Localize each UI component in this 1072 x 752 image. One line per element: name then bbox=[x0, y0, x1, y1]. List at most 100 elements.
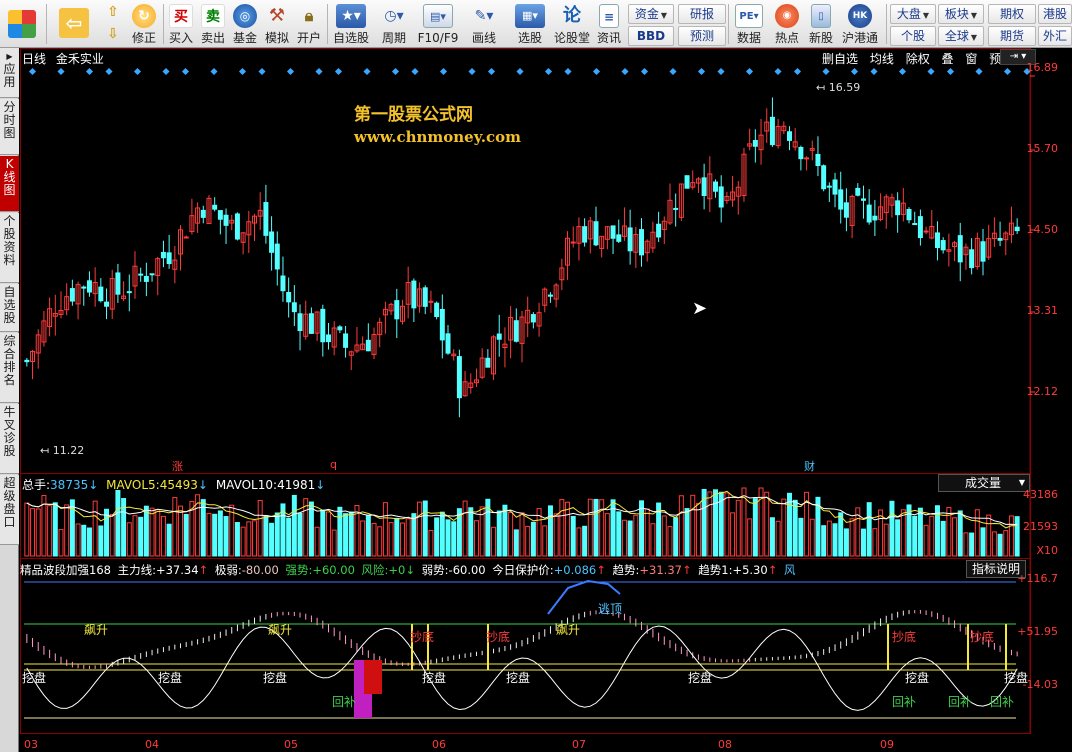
volume-bar bbox=[997, 533, 1003, 557]
signal-diamond bbox=[870, 67, 878, 76]
ex-rights-button[interactable]: 除权 bbox=[906, 50, 930, 67]
signal-diamond bbox=[564, 67, 572, 76]
back-button[interactable]: ⇦ bbox=[56, 0, 92, 48]
volume-bar bbox=[212, 513, 218, 557]
volume-tick: 43186 bbox=[1023, 488, 1058, 501]
toolbar-item-sell[interactable]: 卖 卖出 bbox=[198, 0, 228, 48]
toolbar-item-simulate[interactable]: ⚒ 模拟 bbox=[262, 0, 292, 48]
mouse-cursor-icon: ➤ bbox=[692, 298, 708, 319]
signal-diamond bbox=[210, 67, 218, 76]
signal-diamond bbox=[162, 67, 170, 76]
app-window: ⇦ ⇧ ⇩ ↻ 修正 买 买入 卖 卖出 ◎ 基金 ⚒ 模拟 🔒︎ 开户 ★▾ … bbox=[0, 0, 1072, 752]
ma-button[interactable]: 均线 bbox=[870, 50, 894, 67]
volume-bar bbox=[291, 494, 297, 557]
event-mark[interactable]: 涨 bbox=[172, 458, 183, 474]
market-index-button[interactable]: 大盘 ▼ bbox=[890, 4, 936, 24]
signal-label: 逃顶 bbox=[598, 602, 623, 616]
volume-bar bbox=[980, 527, 986, 557]
forecast-button[interactable]: 预测 bbox=[678, 26, 726, 46]
toolbar-item-data[interactable]: PE▾ 数据 bbox=[730, 0, 768, 48]
volume-bar bbox=[599, 499, 605, 557]
volume-bar bbox=[360, 520, 366, 557]
toolbar-item-forum[interactable]: 论 论股堂 bbox=[554, 0, 590, 48]
volume-bar bbox=[496, 510, 502, 557]
toolbar-item-watchlist[interactable]: ★▾ 自选股 bbox=[330, 0, 372, 48]
candle-body bbox=[263, 202, 269, 236]
options-button[interactable]: 期权 bbox=[988, 4, 1036, 24]
volume-bar bbox=[434, 517, 440, 557]
up-down-button[interactable]: ⇧ ⇩ bbox=[100, 0, 126, 48]
candle-body bbox=[832, 179, 838, 195]
back-arrow-icon: ⇦ bbox=[59, 8, 89, 38]
individual-stock-button[interactable]: 个股 bbox=[890, 26, 936, 46]
volume-bar bbox=[724, 492, 730, 557]
event-mark[interactable]: 财 bbox=[804, 458, 815, 474]
toolbar-item-draw[interactable]: ✎▾ 画线 bbox=[464, 0, 504, 48]
candle-body bbox=[160, 251, 166, 259]
candle-body bbox=[411, 280, 417, 309]
signal-label: 挖盘 bbox=[158, 671, 183, 685]
toolbar-item-new-stock[interactable]: ▯ 新股 bbox=[806, 0, 836, 48]
candle-body bbox=[684, 175, 690, 189]
sector-button[interactable]: 板块 ▼ bbox=[938, 4, 984, 24]
volume-bar bbox=[223, 516, 229, 557]
candle-body bbox=[582, 226, 588, 243]
candle-body bbox=[713, 181, 719, 192]
signal-diamond bbox=[315, 67, 323, 76]
bbd-button[interactable]: BBD bbox=[628, 26, 674, 46]
toolbar-item-fund[interactable]: ◎ 基金 bbox=[230, 0, 260, 48]
toolbar-item-period[interactable]: ◷▾ 周期 bbox=[374, 0, 414, 48]
signal-diamond bbox=[363, 67, 371, 76]
volume-bar bbox=[138, 516, 144, 557]
toolbar-item-select-stock[interactable]: ▦▾ 选股 bbox=[508, 0, 552, 48]
futures-button[interactable]: 期货 bbox=[988, 26, 1036, 46]
window-button[interactable]: 窗 bbox=[965, 50, 977, 67]
volume-bar bbox=[126, 522, 132, 557]
toolbar-item-buy[interactable]: 买 买入 bbox=[166, 0, 196, 48]
home-button[interactable] bbox=[2, 0, 42, 48]
volume-bar bbox=[900, 509, 906, 557]
toolbar-item-hot[interactable]: ◉ 热点 bbox=[770, 0, 804, 48]
stock-chart[interactable] bbox=[20, 48, 1072, 752]
overlay-button[interactable]: 叠 bbox=[942, 50, 954, 67]
toolbar-item-hk-connect[interactable]: HK 沪港通 bbox=[838, 0, 882, 48]
volume-bar bbox=[963, 532, 969, 557]
volume-bar bbox=[64, 504, 70, 557]
signal-diamond bbox=[238, 67, 247, 76]
candle-body bbox=[866, 204, 872, 223]
volume-bar bbox=[923, 524, 929, 557]
sidebar-item-stock-profile[interactable]: 个股资料 bbox=[0, 213, 19, 283]
sidebar-item-apps[interactable]: ▶ 应用 bbox=[0, 48, 19, 98]
sidebar-item-watchlist[interactable]: 自选股 bbox=[0, 284, 19, 332]
volume-bar bbox=[172, 497, 178, 557]
sidebar-item-ranking[interactable]: 综合排名 bbox=[0, 333, 19, 403]
signal-diamond bbox=[975, 67, 983, 76]
volume-bar bbox=[792, 499, 798, 557]
toolbar-item-fix[interactable]: ↻ 修正 bbox=[128, 0, 160, 48]
hk-stocks-button[interactable]: 港股 bbox=[1038, 4, 1072, 24]
sidebar-item-kline[interactable]: K线图 bbox=[0, 156, 19, 212]
research-report-button[interactable]: 研报 bbox=[678, 4, 726, 24]
volume-bar bbox=[582, 525, 588, 557]
sidebar-item-intraday[interactable]: 分时图 bbox=[0, 99, 19, 155]
volume-bar bbox=[468, 507, 474, 557]
low-price-label: ↤ 11.22 bbox=[40, 444, 85, 457]
remove-watchlist-button[interactable]: 删自选 bbox=[822, 50, 858, 67]
signal-label: 挖盘 bbox=[263, 671, 288, 685]
sidebar-item-diagnosis[interactable]: 牛叉诊股 bbox=[0, 404, 19, 474]
volume-bar bbox=[633, 514, 639, 557]
global-button[interactable]: 全球 ▼ bbox=[938, 26, 984, 46]
candle-body bbox=[337, 326, 343, 331]
zijin-button[interactable]: 资金 ▼ bbox=[628, 4, 674, 24]
volume-bar bbox=[286, 517, 292, 557]
sidebar-item-super-order[interactable]: 超级盘口 bbox=[0, 475, 19, 545]
signal-diamond bbox=[57, 67, 65, 76]
toolbar-item-news[interactable]: ≡ 资讯 bbox=[594, 0, 624, 48]
volume-bar bbox=[47, 505, 53, 557]
toolbar-item-open-account[interactable]: 🔒︎ 开户 bbox=[294, 0, 324, 48]
volume-bar bbox=[747, 518, 753, 557]
forex-button[interactable]: 外汇 bbox=[1038, 26, 1072, 46]
toolbar-item-f10[interactable]: ▤▾ F10/F9 bbox=[416, 0, 460, 48]
kline-header: 日线 金禾实业 bbox=[22, 50, 104, 67]
event-mark[interactable]: q bbox=[330, 458, 337, 471]
